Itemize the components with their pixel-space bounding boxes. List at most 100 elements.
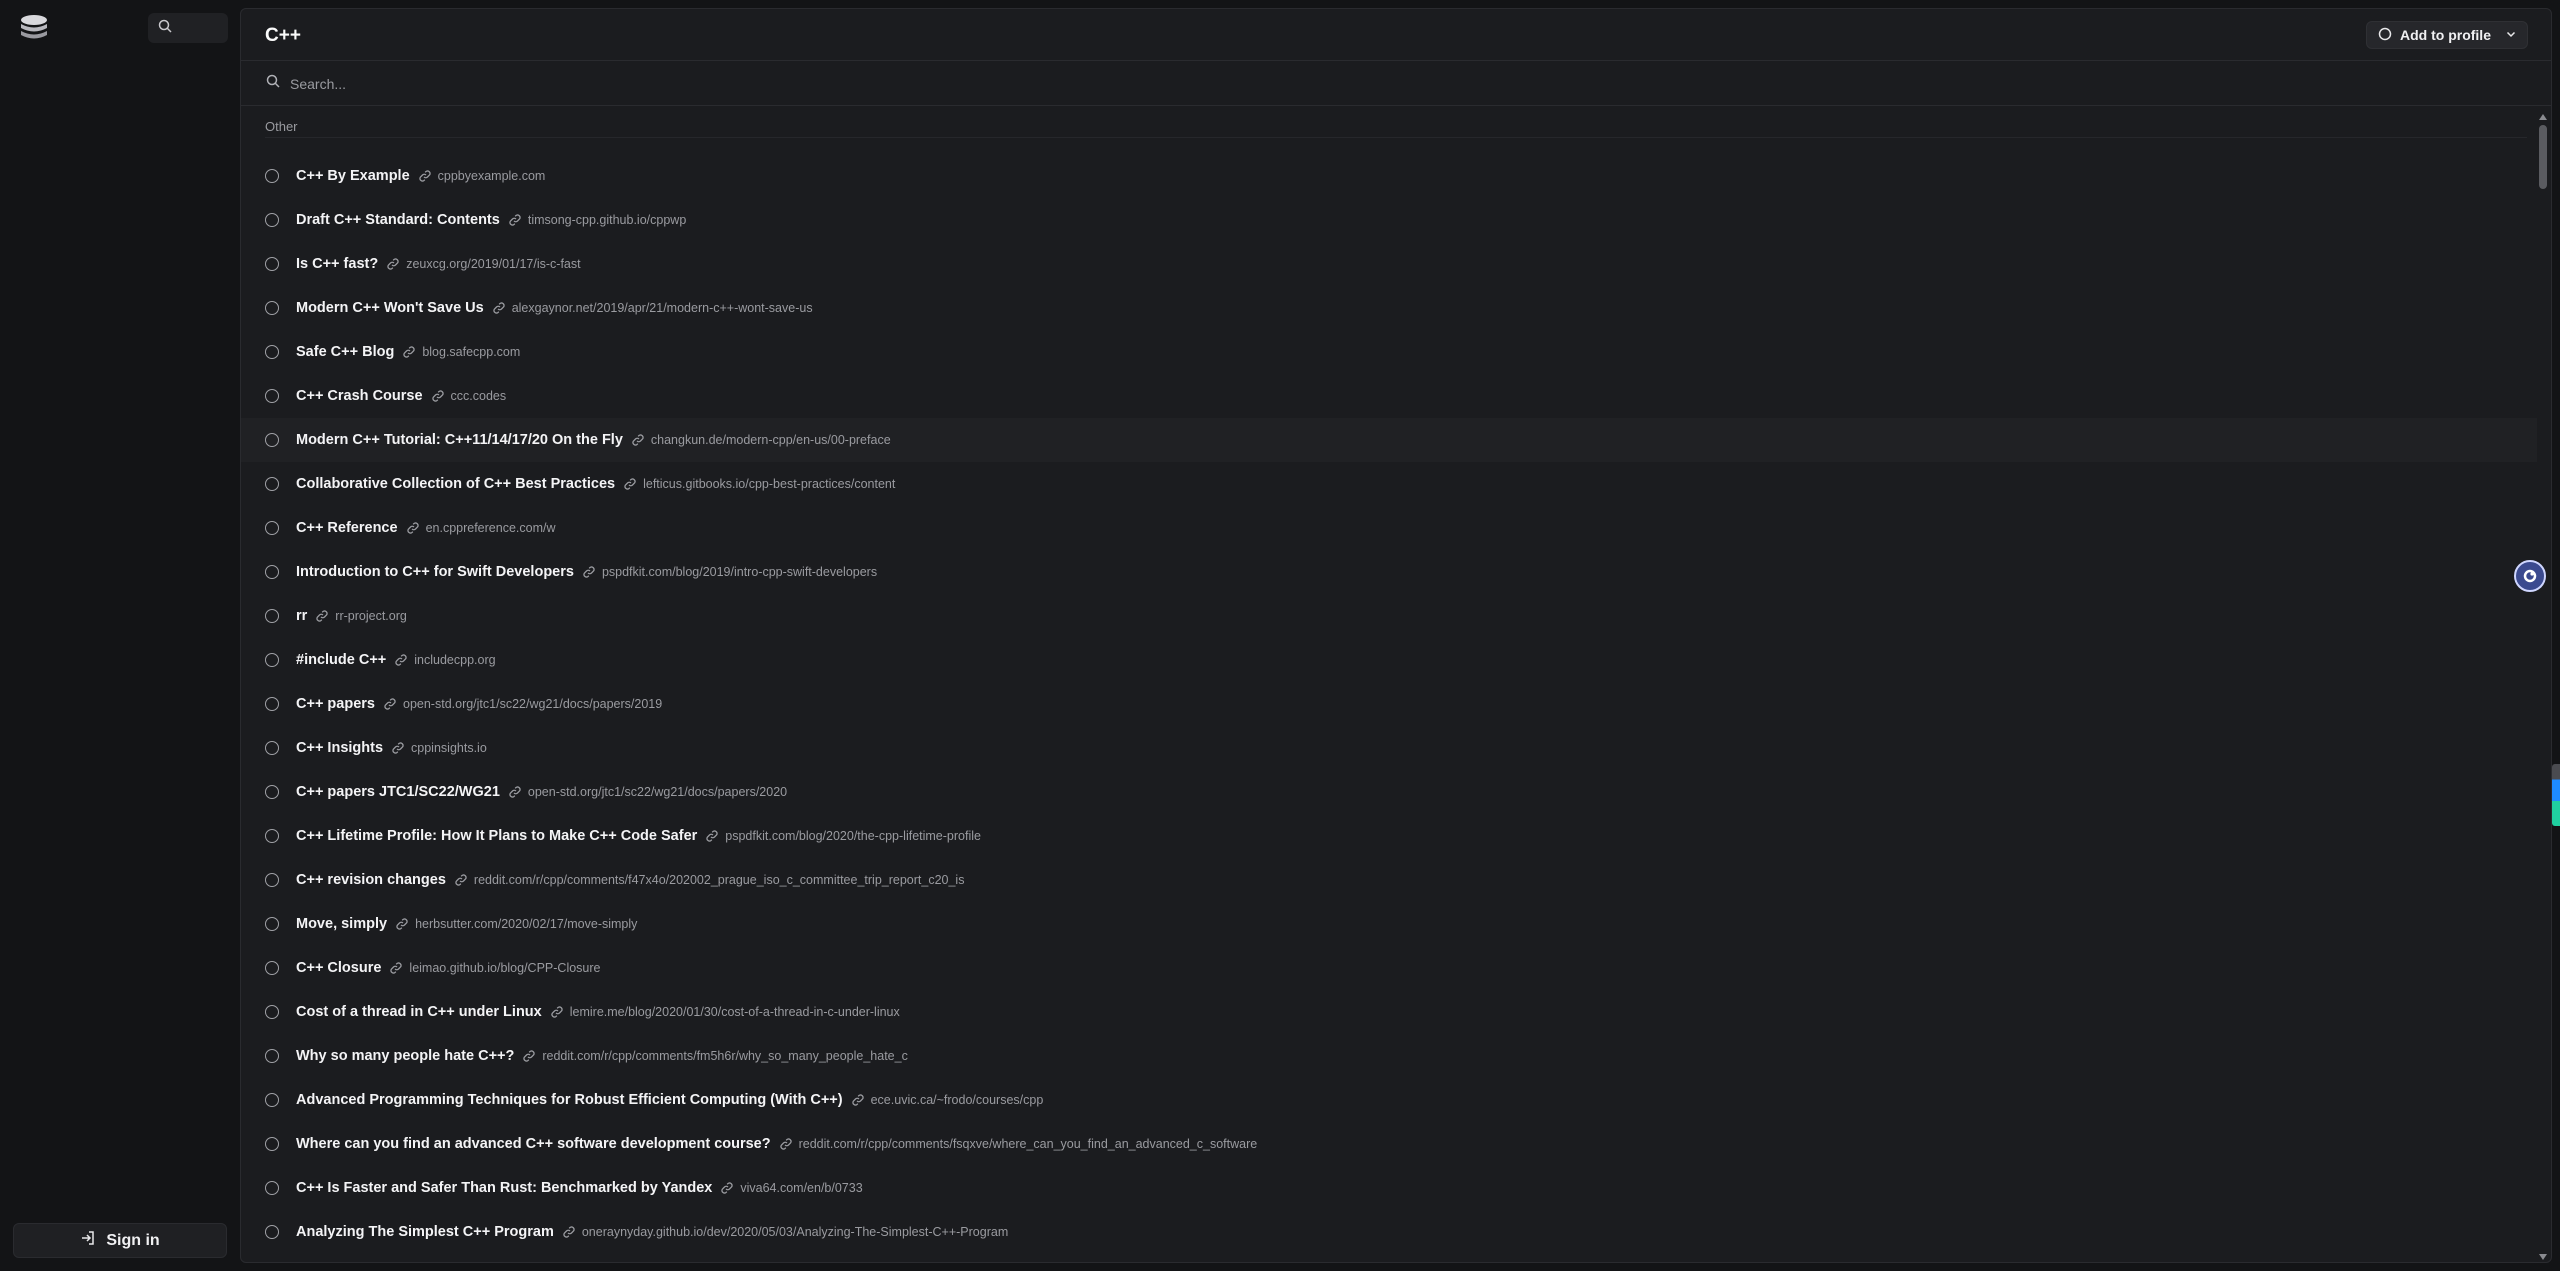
item-title[interactable]: Collaborative Collection of C++ Best Pra… (296, 476, 615, 492)
list-item[interactable]: C++ papers JTC1/SC22/WG21 open-std.org/jt… (241, 770, 2537, 814)
item-title[interactable]: C++ Insights (296, 740, 383, 756)
item-title[interactable]: Cost of a thread in C++ under Linux (296, 1004, 542, 1020)
item-title[interactable]: C++ Lifetime Profile: How It Plans to Ma… (296, 828, 697, 844)
item-title[interactable]: C++ revision changes (296, 872, 446, 888)
list-item[interactable]: Cost of a thread in C++ under Linux lemir… (241, 990, 2537, 1034)
item-url[interactable]: blog.safecpp.com (422, 345, 520, 359)
item-title[interactable]: C++ By Example (296, 168, 410, 184)
checkbox-circle[interactable] (265, 917, 279, 931)
checkbox-circle[interactable] (265, 1093, 279, 1107)
item-url[interactable]: en.cppreference.com/w (426, 521, 556, 535)
list-item[interactable]: C++ Crash Course ccc.codes (241, 374, 2537, 418)
assistant-widget-icon[interactable] (2514, 560, 2546, 592)
list-item[interactable]: C++ Reference en.cppreference.com/w (241, 506, 2537, 550)
list-item[interactable]: C++ Insights cppinsights.io (241, 726, 2537, 770)
list-item[interactable]: C++ Closure leimao.github.io/blog/CPP-Clo… (241, 946, 2537, 990)
list-item[interactable]: Draft C++ Standard: Contents timsong-cpp.… (241, 198, 2537, 242)
list-item[interactable]: Introduction to C++ for Swift Developers… (241, 550, 2537, 594)
list-item[interactable]: C++ Lifetime Profile: How It Plans to Ma… (241, 814, 2537, 858)
add-to-profile-button[interactable]: Add to profile (2366, 21, 2528, 49)
checkbox-circle[interactable] (265, 1005, 279, 1019)
item-title[interactable]: rr (296, 608, 307, 624)
list-item[interactable]: Move, simply herbsutter.com/2020/02/17/mo… (241, 902, 2537, 946)
list-item[interactable]: Analyzing The Simplest C++ Program oneray… (241, 1210, 2537, 1254)
checkbox-circle[interactable] (265, 301, 279, 315)
checkbox-circle[interactable] (265, 1225, 279, 1239)
item-title[interactable]: C++ papers JTC1/SC22/WG21 (296, 784, 500, 800)
item-url[interactable]: rr-project.org (335, 609, 407, 623)
item-title[interactable]: Move, simply (296, 916, 387, 932)
item-url[interactable]: cppinsights.io (411, 741, 487, 755)
checkbox-circle[interactable] (265, 257, 279, 271)
checkbox-circle[interactable] (265, 741, 279, 755)
checkbox-circle[interactable] (265, 697, 279, 711)
checkbox-circle[interactable] (265, 213, 279, 227)
item-url[interactable]: reddit.com/r/cpp/comments/fsqxve/where_c… (799, 1137, 1258, 1151)
checkbox-circle[interactable] (265, 609, 279, 623)
item-url[interactable]: leimao.github.io/blog/CPP-Closure (409, 961, 600, 975)
checkbox-circle[interactable] (265, 873, 279, 887)
scroll-up-arrow-icon[interactable] (2539, 114, 2547, 120)
checkbox-circle[interactable] (265, 565, 279, 579)
item-title[interactable]: Introduction to C++ for Swift Developers (296, 564, 574, 580)
checkbox-circle[interactable] (265, 389, 279, 403)
item-title[interactable]: Modern C++ Won't Save Us (296, 300, 484, 316)
list-item[interactable]: Safe C++ Blog blog.safecpp.com (241, 330, 2537, 374)
checkbox-circle[interactable] (265, 785, 279, 799)
scrollbar-thumb[interactable] (2539, 125, 2547, 189)
item-url[interactable]: cppbyexample.com (438, 169, 546, 183)
search-input[interactable] (290, 75, 890, 92)
item-url[interactable]: reddit.com/r/cpp/comments/f47x4o/202002_… (474, 873, 965, 887)
checkbox-circle[interactable] (265, 829, 279, 843)
item-url[interactable]: viva64.com/en/b/0733 (740, 1181, 862, 1195)
checkbox-circle[interactable] (265, 1137, 279, 1151)
scroll-down-arrow-icon[interactable] (2539, 1254, 2547, 1260)
checkbox-circle[interactable] (265, 1049, 279, 1063)
checkbox-circle[interactable] (265, 961, 279, 975)
item-url[interactable]: includecpp.org (414, 653, 495, 667)
list-item[interactable]: Why so many people hate C++? reddit.com/r… (241, 1034, 2537, 1078)
item-title[interactable]: Why so many people hate C++? (296, 1048, 514, 1064)
item-title[interactable]: Safe C++ Blog (296, 344, 394, 360)
item-url[interactable]: pspdfkit.com/blog/2019/intro-cpp-swift-d… (602, 565, 877, 579)
item-title[interactable]: Is C++ fast? (296, 256, 378, 272)
checkbox-circle[interactable] (265, 477, 279, 491)
item-url[interactable]: timsong-cpp.github.io/cppwp (528, 213, 686, 227)
item-url[interactable]: lefticus.gitbooks.io/cpp-best-practices/… (643, 477, 895, 491)
list-item[interactable]: C++ By Example cppbyexample.com (241, 154, 2537, 198)
item-title[interactable]: Advanced Programming Techniques for Robu… (296, 1092, 843, 1108)
list-item[interactable]: C++ revision changes reddit.com/r/cpp/com… (241, 858, 2537, 902)
sign-in-button[interactable]: Sign in (13, 1223, 227, 1258)
checkbox-circle[interactable] (265, 653, 279, 667)
item-url[interactable]: zeuxcg.org/2019/01/17/is-c-fast (406, 257, 580, 271)
layered-logo-icon[interactable] (18, 14, 50, 42)
checkbox-circle[interactable] (265, 521, 279, 535)
item-title[interactable]: #include C++ (296, 652, 386, 668)
list-item[interactable]: Modern C++ Tutorial: C++11/14/17/20 On t… (241, 418, 2537, 462)
item-url[interactable]: oneraynyday.github.io/dev/2020/05/03/Ana… (582, 1225, 1008, 1239)
list-item[interactable]: Collaborative Collection of C++ Best Pra… (241, 462, 2537, 506)
item-url[interactable]: herbsutter.com/2020/02/17/move-simply (415, 917, 637, 931)
list-item[interactable]: rr rr-project.org (241, 594, 2537, 638)
item-url[interactable]: lemire.me/blog/2020/01/30/cost-of-a-thre… (570, 1005, 900, 1019)
list-item[interactable]: Advanced Programming Techniques for Robu… (241, 1078, 2537, 1122)
item-url[interactable]: pspdfkit.com/blog/2020/the-cpp-lifetime-… (725, 829, 981, 843)
list-item[interactable]: Is C++ fast? zeuxcg.org/2019/01/17/is-c-f… (241, 242, 2537, 286)
item-title[interactable]: Modern C++ Tutorial: C++11/14/17/20 On t… (296, 432, 623, 448)
checkbox-circle[interactable] (265, 345, 279, 359)
list-item[interactable]: C++ Is Faster and Safer Than Rust: Bench… (241, 1166, 2537, 1210)
checkbox-circle[interactable] (265, 1181, 279, 1195)
item-url[interactable]: open-std.org/jtc1/sc22/wg21/docs/papers/… (403, 697, 662, 711)
list-item[interactable]: C++ papers open-std.org/jtc1/sc22/wg21/do… (241, 682, 2537, 726)
list-item[interactable]: #include C++ includecpp.org (241, 638, 2537, 682)
item-url[interactable]: open-std.org/jtc1/sc22/wg21/docs/papers/… (528, 785, 787, 799)
checkbox-circle[interactable] (265, 169, 279, 183)
edge-panel-tab[interactable] (2552, 764, 2560, 826)
list-item[interactable]: Where can you find an advanced C++ softw… (241, 1122, 2537, 1166)
item-title[interactable]: C++ Is Faster and Safer Than Rust: Bench… (296, 1180, 712, 1196)
item-url[interactable]: changkun.de/modern-cpp/en-us/00-preface (651, 433, 891, 447)
list-item[interactable]: Modern C++ Won't Save Us alexgaynor.net/2… (241, 286, 2537, 330)
item-url[interactable]: alexgaynor.net/2019/apr/21/modern-c++-wo… (512, 301, 813, 315)
item-title[interactable]: Draft C++ Standard: Contents (296, 212, 500, 228)
item-title[interactable]: C++ Crash Course (296, 388, 423, 404)
